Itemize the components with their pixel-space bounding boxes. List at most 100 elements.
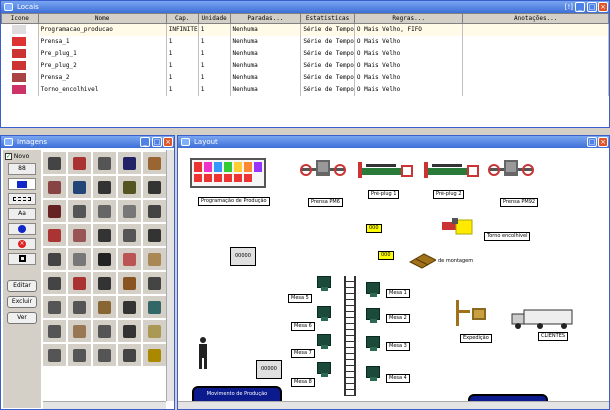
pallet-icon[interactable] [408,250,438,270]
table-row[interactable]: Prensa_1 1 1 Nenhuma Série de Tempo O Mais Ve… [1,35,609,48]
column-header[interactable]: Unidade [197,13,231,24]
library-image-icon[interactable] [118,152,141,174]
table-cell[interactable]: Nenhuma [230,83,302,96]
library-image-icon[interactable] [43,272,66,294]
workstation-icon[interactable] [366,308,380,323]
minimize-button[interactable]: _ [575,2,585,12]
library-image-icon[interactable] [93,344,116,366]
excluir-button[interactable]: Excluir [7,296,37,308]
close-button[interactable]: × [598,137,608,147]
library-image-icon[interactable] [43,176,66,198]
pre-plug-2-machine-icon[interactable] [422,160,480,182]
table-cell[interactable]: Prensa_2 [38,71,167,84]
pre-plug-1-machine-icon[interactable] [356,160,414,182]
library-image-icon[interactable] [93,200,116,222]
column-header[interactable]: Paradas... [229,13,302,24]
table-cell[interactable]: Prensa_1 [38,35,167,48]
library-image-icon[interactable] [143,296,166,318]
table-cell[interactable]: Programacao_producao [38,23,167,36]
maximize-button[interactable]: □ [587,2,597,12]
tool-88[interactable]: 88 [8,163,36,175]
library-image-icon[interactable] [68,176,91,198]
library-image-icon[interactable] [43,224,66,246]
library-image-icon[interactable] [118,344,141,366]
table-cell[interactable]: Nenhuma [230,47,302,60]
library-image-icon[interactable] [143,200,166,222]
column-header[interactable]: Cap. [165,13,199,24]
table-row[interactable]: Pre_plug_1 1 1 Nenhuma Série de Tempo O Mais … [1,47,609,60]
library-image-icon[interactable] [93,272,116,294]
library-image-icon[interactable] [93,152,116,174]
table-cell[interactable]: Série de Tempo [300,35,355,48]
library-image-icon[interactable] [68,344,91,366]
column-header[interactable]: Icone [1,13,39,24]
library-image-icon[interactable] [43,200,66,222]
close-button[interactable]: × [163,137,173,147]
minimize-button[interactable]: _ [140,137,150,147]
table-cell[interactable]: Série de Tempo [300,47,355,60]
workstation-icon[interactable] [317,306,331,321]
table-cell[interactable]: Série de Tempo [300,71,355,84]
table-cell[interactable]: Nenhuma [230,71,302,84]
table-cell[interactable]: Série de Tempo [300,23,355,36]
circle-tool[interactable] [8,223,36,235]
library-image-icon[interactable] [143,224,166,246]
horizontal-scrollbar[interactable] [43,401,166,409]
table-cell[interactable]: 1 [166,83,199,96]
table-cell[interactable]: INFINITE [166,23,199,36]
library-image-icon[interactable] [68,152,91,174]
table-cell[interactable]: 1 [198,83,231,96]
library-image-icon[interactable] [143,344,166,366]
expedicao-icon[interactable] [454,296,490,330]
table-cell[interactable]: O Mais Velho [354,71,464,84]
table-cell[interactable]: Torno_encolhivel [38,83,167,96]
library-image-icon[interactable] [143,320,166,342]
library-image-icon[interactable] [143,248,166,270]
table-cell[interactable]: Pre_plug_2 [38,59,167,72]
table-cell[interactable]: 1 [166,35,199,48]
restore-button[interactable]: □ [587,137,597,147]
column-header[interactable]: Regras... [353,13,464,24]
table-cell[interactable]: 1 [198,71,231,84]
library-image-icon[interactable] [68,296,91,318]
table-cell[interactable]: O Mais Velho [354,59,464,72]
library-image-icon[interactable] [118,176,141,198]
library-image-icon[interactable] [43,320,66,342]
vertical-scrollbar[interactable] [166,150,174,401]
workstation-icon[interactable] [366,366,380,381]
table-cell[interactable]: 1 [166,71,199,84]
table-cell[interactable] [462,71,609,84]
workstation-icon[interactable] [366,282,380,297]
table-cell[interactable] [462,59,609,72]
library-image-icon[interactable] [93,296,116,318]
editar-button[interactable]: Editar [7,280,37,292]
library-image-icon[interactable] [68,320,91,342]
library-image-icon[interactable] [43,152,66,174]
library-image-icon[interactable] [68,248,91,270]
workstation-icon[interactable] [317,334,331,349]
maximize-button[interactable]: □ [152,137,162,147]
table-cell[interactable]: Série de Tempo [300,83,355,96]
table-row[interactable]: Torno_encolhivel 1 1 Nenhuma Série de Tempo O… [1,83,609,96]
novo-checkbox[interactable]: ✓ Novo [5,153,39,160]
library-image-icon[interactable] [118,320,141,342]
imagens-title-bar[interactable]: Imagens _ □ × [1,136,174,148]
table-row[interactable]: Prensa_2 1 1 Nenhuma Série de Tempo O Mais Ve… [1,71,609,84]
column-header[interactable]: Nome [37,13,167,24]
library-image-icon[interactable] [68,200,91,222]
library-image-icon[interactable] [118,200,141,222]
table-row[interactable]: Programacao_producao INFINITE 1 Nenhuma Séri… [1,23,609,36]
column-header[interactable]: Anotações... [462,13,609,24]
library-image-icon[interactable] [93,176,116,198]
table-cell[interactable]: 1 [198,59,231,72]
table-cell[interactable]: 1 [166,59,199,72]
table-cell[interactable]: O Mais Velho [354,47,464,60]
library-image-icon[interactable] [143,152,166,174]
library-image-icon[interactable] [93,224,116,246]
library-image-icon[interactable] [93,320,116,342]
library-image-icon[interactable] [93,248,116,270]
library-image-icon[interactable] [143,176,166,198]
ver-button[interactable]: Ver [7,312,37,324]
operator-icon[interactable] [196,336,210,370]
workstation-icon[interactable] [317,276,331,291]
